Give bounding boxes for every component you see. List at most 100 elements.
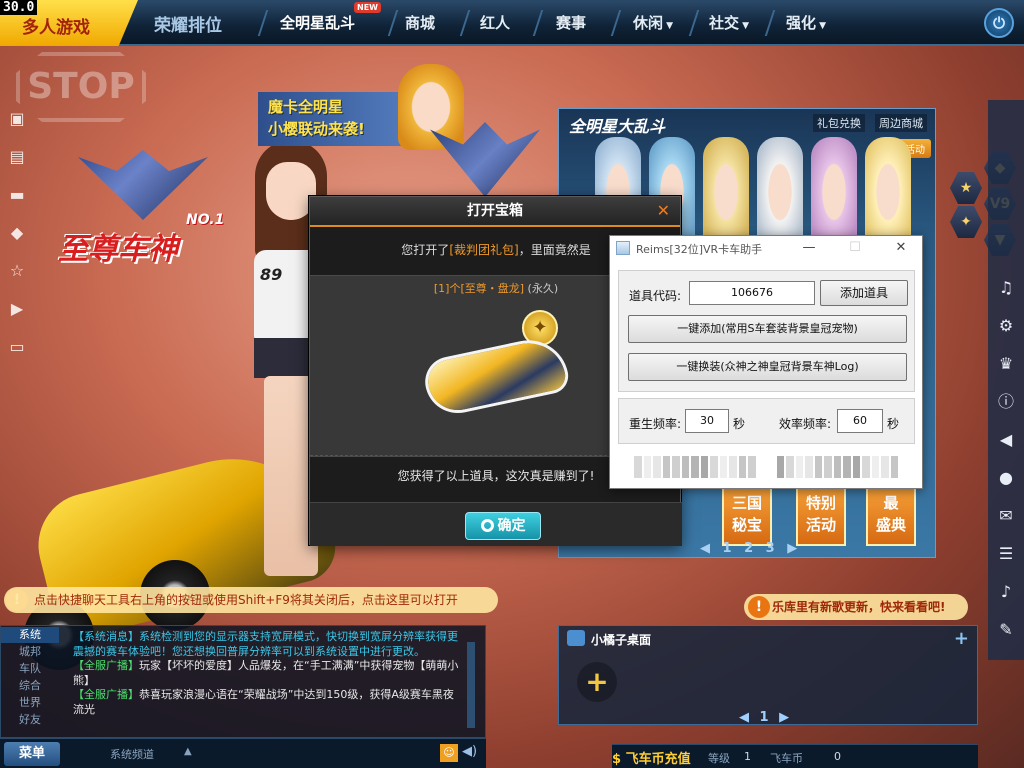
new-badge: NEW	[354, 2, 381, 13]
efficiency-unit: 秒	[887, 417, 900, 431]
event-tile-sanguo[interactable]: 三国 秘宝	[722, 482, 772, 546]
event-tile-festival[interactable]: 最 盛典	[866, 482, 916, 546]
allstar-pager[interactable]: ◀ 1 2 3 ▶	[700, 541, 797, 556]
headset-icon[interactable]: ♫	[994, 276, 1018, 300]
zhizun-logo-text: 至尊车神	[58, 232, 178, 267]
list-icon[interactable]: ☰	[994, 542, 1018, 566]
one-click-swap-button[interactable]: 一键换装(众神之神皇冠背景车神Log)	[628, 353, 907, 381]
event-tile-special[interactable]: 特别 活动	[796, 482, 846, 546]
redaction-block	[729, 456, 737, 478]
chevron-down-icon: ▼	[663, 21, 674, 31]
nav-ranked[interactable]: 荣耀排位	[154, 11, 222, 36]
confirm-label: 确定	[497, 518, 526, 534]
menu-button[interactable]: 菜单	[4, 742, 60, 766]
gear-icon[interactable]: ⚙	[994, 314, 1018, 338]
chat-tab-system[interactable]: 系统	[1, 627, 59, 643]
app-icon	[616, 241, 630, 255]
redaction-block	[738, 456, 746, 478]
nav-social[interactable]: 社交 ▼	[709, 12, 749, 33]
nav-separator	[610, 10, 622, 36]
minimize-button[interactable]: —	[796, 238, 822, 258]
item-count: [1]个	[433, 282, 461, 295]
star-icon[interactable]: ☆	[6, 260, 28, 282]
chat-tab-city[interactable]: 城邦	[1, 644, 59, 660]
cube-icon[interactable]: ◆	[6, 222, 28, 244]
edit-icon[interactable]: ✎	[994, 618, 1018, 642]
confirm-button[interactable]: 确定	[465, 512, 541, 540]
monitor-icon[interactable]: ▭	[6, 336, 28, 358]
box-icon[interactable]: ▣	[6, 108, 28, 130]
emoji-icon[interactable]: ☺	[440, 744, 458, 762]
redaction-block	[776, 456, 784, 478]
music-note-icon[interactable]: ♪	[994, 580, 1018, 604]
nav-allstar[interactable]: 全明星乱斗	[280, 12, 355, 33]
warning-icon: !	[748, 596, 770, 618]
efficiency-field[interactable]: 60	[837, 409, 883, 433]
nav-enhance[interactable]: 强化 ▼	[786, 12, 826, 33]
redaction-block	[805, 456, 813, 478]
redaction-block	[767, 456, 775, 478]
redaction-block	[653, 456, 661, 478]
stop-sign-decoration: STOP	[16, 52, 146, 122]
chibi-character	[811, 137, 857, 247]
maximize-button[interactable]: ☐	[842, 238, 868, 258]
chat-tab-team[interactable]: 车队	[1, 661, 59, 677]
hex-badge-icon[interactable]: ★	[950, 172, 982, 204]
redaction-block	[795, 456, 803, 478]
mail-icon[interactable]: ✉	[994, 504, 1018, 528]
close-icon[interactable]: ✕	[657, 201, 670, 220]
nav-events[interactable]: 赛事	[556, 12, 586, 33]
chat-tab-general[interactable]: 综合	[1, 678, 59, 694]
one-click-add-button[interactable]: 一键添加(常用S车套装背景皇冠宠物)	[628, 315, 907, 343]
chevron-down-icon: ▼	[739, 21, 750, 31]
nearby-mall-link[interactable]: 周边商城	[875, 114, 927, 132]
chat-tool-tip[interactable]: 点击快捷聊天工具右上角的按钮或使用Shift+F9将其关闭后，点击这里可以打开	[4, 587, 498, 613]
redaction-block	[748, 456, 756, 478]
nav-leisure[interactable]: 休闲 ▼	[633, 12, 673, 33]
chat-scrollbar[interactable]	[467, 642, 475, 728]
chat-tab-world[interactable]: 世界	[1, 695, 59, 711]
redaction-block	[824, 456, 832, 478]
redaction-block	[862, 456, 870, 478]
level-value: 1	[744, 750, 751, 763]
chart-icon[interactable]: ▤	[6, 146, 28, 168]
chat-tag: 【全服广播】	[73, 688, 139, 701]
close-button[interactable]: ✕	[888, 238, 914, 258]
trophy-icon[interactable]: ♛	[994, 352, 1018, 376]
info-icon[interactable]: ⓘ	[994, 390, 1018, 414]
allstar-panel-title: 全明星大乱斗	[569, 117, 666, 136]
chat-messages: 【系统消息】系统检测到您的显示器支持宽屏模式，快切换到宽屏分辨率获得更震撼的赛车…	[73, 630, 463, 738]
currency-bar: $ 飞车币充值 等级 1 飞车币 0	[612, 744, 978, 768]
respawn-field[interactable]: 30	[685, 409, 729, 433]
pixelated-text-redaction	[634, 456, 898, 478]
hex-badge-icon[interactable]: ✦	[950, 206, 982, 238]
add-item-button[interactable]: 添加道具	[820, 280, 908, 306]
gift-pack-name: [裁判团礼包]	[449, 243, 519, 257]
item-code-field[interactable]: 106676	[689, 281, 815, 305]
power-icon[interactable]: ⏻	[984, 8, 1014, 38]
chat-channel-select[interactable]: 系统频道	[110, 746, 154, 762]
music-library-notice[interactable]: 乐库里有新歌更新，快来看看吧!	[744, 594, 968, 620]
pet-pager[interactable]: ◀ 1 ▶	[739, 710, 789, 725]
chat-tab-friends[interactable]: 好友	[1, 712, 59, 728]
play-icon[interactable]: ▶	[6, 298, 28, 320]
nav-red[interactable]: 红人	[480, 12, 510, 33]
redaction-block	[843, 456, 851, 478]
left-icon-rail: ▣ ▤ ▬ ◆ ☆ ▶ ▭	[0, 100, 34, 400]
car-icon[interactable]: ▬	[6, 184, 28, 206]
helper-titlebar[interactable]: Reims[32位]VR卡车助手 — ☐ ✕	[610, 236, 922, 260]
nav-mall[interactable]: 商城	[405, 12, 435, 33]
dialog-title: 打开宝箱	[310, 197, 680, 227]
ball-icon[interactable]: ●	[994, 466, 1018, 490]
gift-exchange-link[interactable]: 礼包兑换	[813, 114, 865, 132]
promo-line-1: 魔卡全明星	[268, 98, 344, 116]
right-icon-rail: ♫ ⚙ ♛ ⓘ ◀ ● ✉ ☰ ♪ ✎	[988, 100, 1024, 660]
chevron-up-icon[interactable]: ▲	[184, 746, 192, 757]
plus-icon[interactable]: +	[954, 628, 969, 649]
chibi-character	[703, 137, 749, 247]
volume-icon[interactable]: ◀)	[462, 744, 480, 762]
add-pet-button[interactable]: +	[577, 662, 617, 702]
recharge-button[interactable]: $ 飞车币充值	[612, 748, 691, 767]
zhizun-logo: 至尊车神 NO.1	[58, 150, 228, 280]
megaphone-icon[interactable]: ◀	[994, 428, 1018, 452]
